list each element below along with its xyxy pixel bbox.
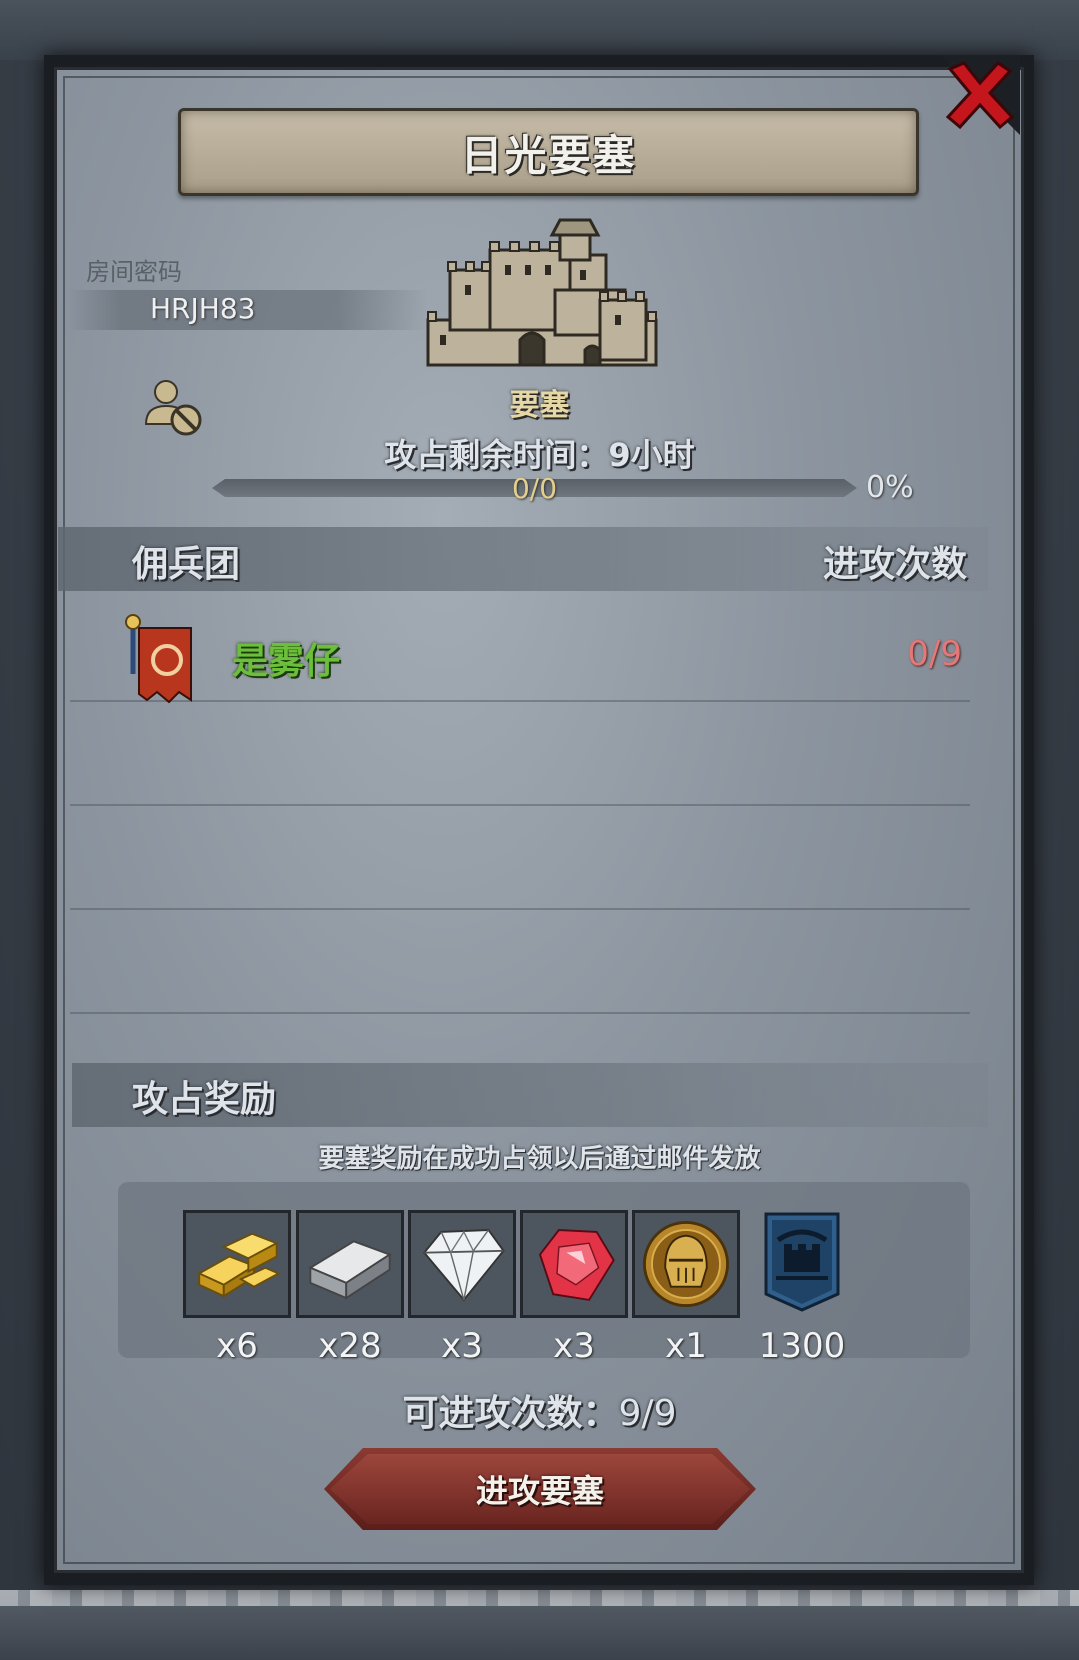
reward-quantity: x3 [553,1326,595,1366]
fortress-banner-icon [764,1212,840,1312]
reward-item[interactable] [183,1210,291,1318]
time-remaining-label: 攻占剩余时间： [384,436,609,474]
available-attacks-label: 可进攻次数： [402,1393,619,1434]
close-icon [940,55,1020,135]
reward-quantity: x1 [665,1326,707,1366]
attack-count-header: 进攻次数 [822,544,967,585]
reward-quantity: 1300 [758,1326,846,1366]
rewards-list: x6 x28 x3 x3 x1 1300 [118,1182,970,1366]
fortress-castle-icon [420,200,665,375]
empty-list-row [70,700,970,806]
room-password-label: 房间密码 [86,258,182,286]
title-banner: 日光要塞 [178,108,919,196]
reward-quantity: x3 [441,1326,483,1366]
guild-banner-icon [125,614,195,706]
close-button[interactable] [940,55,1020,135]
iron-ingot-icon [308,1240,392,1300]
rewards-note: 要塞奖励在成功占领以后通过邮件发放 [318,1144,761,1174]
ruby-icon [538,1229,615,1301]
reward-item[interactable] [296,1210,404,1318]
reward-item[interactable] [632,1210,740,1318]
rewards-header: 攻占奖励 [132,1079,277,1120]
empty-list-row [70,908,970,1014]
member-attack-count: 0/9 [907,634,962,674]
diamond-icon [422,1229,505,1302]
progress-percent: 0% [866,470,914,505]
available-attacks: 可进攻次数：9/9 [0,1384,1079,1436]
member-name: 是雾仔 [232,641,341,682]
reward-item[interactable] [408,1210,516,1318]
available-attacks-value: 9/9 [618,1393,677,1434]
knight-helmet-coin-icon [643,1221,729,1307]
fortress-label: 要塞 [509,388,570,423]
reward-item[interactable] [520,1210,628,1318]
mercenary-header: 佣兵团 [132,544,241,585]
gold-bar-icon [197,1232,281,1298]
time-remaining-value: 9小时 [608,436,695,474]
reward-quantity: x28 [318,1326,382,1366]
capture-progress-bar: 0/0 [212,472,857,505]
capture-time-remaining: 攻占剩余时间：9小时 [0,430,1079,476]
list-item[interactable]: 是雾仔 0/9 [70,596,970,704]
reward-quantity: x6 [216,1326,258,1366]
background-top-strip [0,0,1079,60]
page-title: 日光要塞 [460,130,637,180]
room-code-value: HRJH83 [150,292,256,325]
background-bottom-strip [0,1590,1079,1660]
attack-fortress-button[interactable]: 进攻要塞 [324,1448,756,1530]
reward-item[interactable] [748,1210,856,1318]
attack-fortress-label: 进攻要塞 [475,1472,604,1510]
empty-list-row [70,804,970,910]
progress-count: 0/0 [511,472,558,505]
